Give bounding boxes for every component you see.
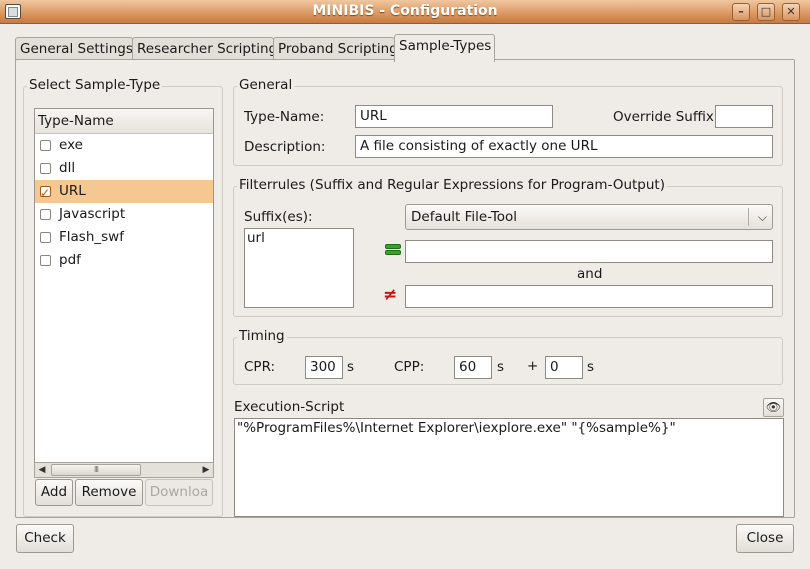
- scroll-thumb[interactable]: III: [51, 464, 141, 476]
- list-item-label: pdf: [59, 252, 81, 268]
- and-label: and: [577, 266, 603, 282]
- checkbox[interactable]: [40, 209, 51, 220]
- sample-type-list[interactable]: Type-Name exe dll URL Javascript Flash_s…: [34, 108, 214, 478]
- timing-frame-label: Timing: [237, 328, 287, 344]
- execution-script-label: Execution-Script: [234, 399, 345, 415]
- tab-researcher-scripting[interactable]: Researcher Scripting: [132, 37, 277, 61]
- remove-button[interactable]: Remove: [75, 479, 143, 506]
- scroll-left-icon[interactable]: ◀: [35, 463, 49, 477]
- list-item-label: Flash_swf: [59, 229, 124, 245]
- match-regex-field[interactable]: [405, 240, 773, 263]
- override-suffix-label: Override Suffix:: [613, 109, 719, 125]
- download-button[interactable]: Downloa: [145, 479, 213, 506]
- cpr-label: CPR:: [244, 359, 276, 375]
- list-item-selected[interactable]: URL: [35, 180, 213, 204]
- list-column-header[interactable]: Type-Name: [35, 109, 213, 134]
- list-item[interactable]: exe: [35, 134, 213, 157]
- override-suffix-field[interactable]: [715, 105, 773, 128]
- close-button[interactable]: Close: [736, 524, 794, 553]
- list-item[interactable]: pdf: [35, 249, 213, 272]
- check-button[interactable]: Check: [16, 524, 74, 553]
- cpr-unit: s: [347, 359, 355, 375]
- suffixes-label: Suffix(es):: [244, 209, 313, 225]
- not-match-regex-field[interactable]: [405, 285, 773, 308]
- checkbox[interactable]: [40, 163, 51, 174]
- eye-icon[interactable]: 👁: [763, 398, 784, 417]
- list-item[interactable]: dll: [35, 157, 213, 180]
- file-tool-selected: Default File-Tool: [411, 209, 518, 225]
- window-title: MINIBIS - Configuration: [312, 3, 498, 19]
- checkbox[interactable]: [40, 232, 51, 243]
- sample-type-frame-label: Select Sample-Type: [27, 77, 163, 93]
- tab-general-settings[interactable]: General Settings: [15, 37, 133, 61]
- cpp-unit: s: [497, 359, 505, 375]
- cpp-field[interactable]: 60: [454, 356, 492, 379]
- add-button[interactable]: Add: [35, 479, 73, 506]
- equal-icon: [385, 244, 401, 255]
- tab-sample-types[interactable]: Sample-Types: [394, 34, 495, 62]
- minimize-button[interactable]: –: [732, 3, 750, 21]
- checkbox[interactable]: [40, 255, 51, 266]
- extra-unit: s: [587, 359, 595, 375]
- type-name-field[interactable]: URL: [355, 105, 553, 128]
- scroll-right-icon[interactable]: ▶: [199, 463, 213, 477]
- list-item-label: URL: [59, 183, 86, 199]
- dropdown-separator: [748, 208, 749, 226]
- description-field[interactable]: A file consisting of exactly one URL: [355, 135, 773, 158]
- tab-proband-scripting[interactable]: Proband Scripting: [273, 37, 398, 61]
- list-item[interactable]: Flash_swf: [35, 226, 213, 249]
- execution-script-textarea[interactable]: "%ProgramFiles%\Internet Explorer\iexplo…: [234, 418, 784, 517]
- checkbox-checked[interactable]: [40, 182, 51, 204]
- suffixes-textarea[interactable]: url: [244, 228, 354, 308]
- list-item-label: Javascript: [59, 206, 126, 222]
- list-item[interactable]: Javascript: [35, 203, 213, 226]
- general-frame-label: General: [237, 77, 295, 93]
- filterrules-frame-label: Filterrules (Suffix and Regular Expressi…: [237, 177, 667, 193]
- cpr-field[interactable]: 300: [305, 356, 343, 379]
- horizontal-scrollbar[interactable]: ◀ III ▶: [34, 462, 214, 478]
- cpp-label: CPP:: [394, 359, 425, 375]
- chevron-down-icon: ⌵: [757, 210, 767, 224]
- list-item-label: dll: [59, 160, 76, 176]
- type-name-label: Type-Name:: [244, 109, 325, 125]
- plus-label: +: [527, 358, 539, 374]
- checkbox[interactable]: [40, 140, 51, 151]
- maximize-button[interactable]: □: [757, 3, 775, 21]
- extra-time-field[interactable]: 0: [545, 356, 583, 379]
- title-bar: MINIBIS - Configuration – □ ✕: [0, 0, 810, 24]
- description-label: Description:: [244, 139, 326, 155]
- not-equal-icon: ≠: [383, 285, 398, 305]
- file-tool-dropdown[interactable]: Default File-Tool ⌵: [405, 204, 773, 230]
- close-window-button[interactable]: ✕: [782, 3, 800, 21]
- list-item-label: exe: [59, 137, 83, 153]
